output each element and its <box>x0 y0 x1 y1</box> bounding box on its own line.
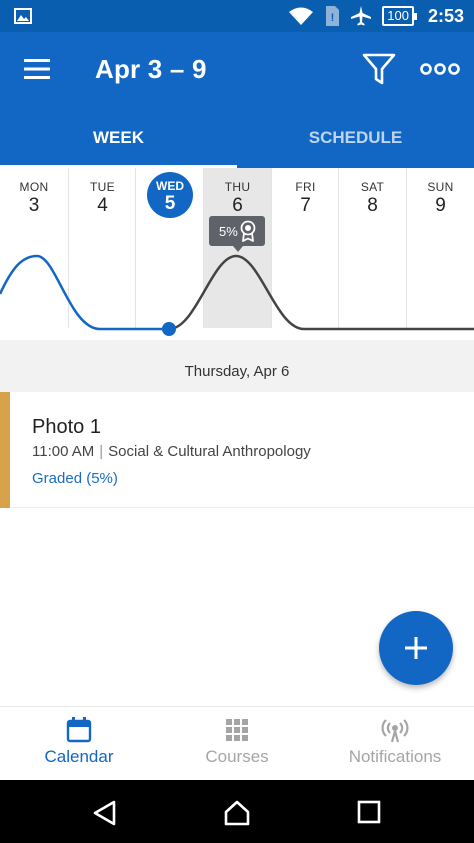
workload-line-future <box>168 254 474 331</box>
grade-weight-percent: 5% <box>219 224 238 239</box>
broadcast-icon <box>381 719 409 743</box>
nav-courses[interactable]: Courses <box>158 707 316 781</box>
system-navigation-bar <box>0 780 474 843</box>
assignment-course: Social & Cultural Anthropology <box>108 443 311 460</box>
back-icon[interactable] <box>92 800 118 826</box>
current-day-marker <box>162 322 176 336</box>
assignment-item[interactable]: Photo 1 11:00 AM | Social & Cultural Anthr… <box>0 392 474 843</box>
svg-text:!: ! <box>331 12 335 24</box>
award-icon <box>240 220 256 242</box>
plus-icon <box>405 637 427 659</box>
clock: 2:53 <box>427 5 464 26</box>
nav-label: Notifications <box>348 747 442 766</box>
nav-label: Courses <box>205 747 269 766</box>
today-indicator[interactable]: WED 5 <box>147 172 193 218</box>
nav-notifications[interactable]: Notifications <box>316 707 474 781</box>
course-color-stripe <box>0 392 10 508</box>
status-bar: ! 100 2:53 <box>0 0 474 32</box>
meta-separator: | <box>99 443 104 460</box>
wifi-icon <box>289 7 314 25</box>
calendar-icon <box>66 717 92 743</box>
page-title: Apr 3 – 9 <box>95 54 207 84</box>
add-button[interactable] <box>379 611 453 685</box>
tab-schedule[interactable]: SCHEDULE <box>237 120 474 168</box>
tab-week[interactable]: WEEK <box>0 120 237 168</box>
nav-calendar[interactable]: Calendar <box>0 707 158 781</box>
day-name: WED <box>156 179 184 193</box>
nav-label: Calendar <box>44 747 114 766</box>
airplane-mode-icon <box>351 6 372 26</box>
battery-indicator: 100 <box>382 6 417 26</box>
grade-weight-badge: 5% <box>209 216 265 252</box>
no-sim-icon: ! <box>326 6 340 26</box>
workload-line-past <box>0 254 169 331</box>
assignment-status: Graded (5%) <box>32 470 118 487</box>
more-options-icon[interactable] <box>420 62 460 76</box>
date-header: Thursday, Apr 6 <box>0 340 474 392</box>
filter-icon[interactable] <box>362 52 396 86</box>
home-icon[interactable] <box>223 800 251 826</box>
assignment-meta: 11:00 AM | Social & Cultural Anthropology <box>32 443 311 460</box>
assignment-title: Photo 1 <box>32 416 101 438</box>
bottom-navigation: Calendar Courses Notifications <box>0 706 474 780</box>
recent-apps-icon[interactable] <box>357 800 381 824</box>
image-notification-icon <box>14 8 32 24</box>
day-number: 5 <box>164 193 176 214</box>
workload-curve <box>0 254 474 336</box>
grid-icon <box>226 719 248 741</box>
menu-icon[interactable] <box>24 58 50 80</box>
assignment-time: 11:00 AM <box>32 443 95 460</box>
app-bar: Apr 3 – 9 WEEK SCHEDULE <box>0 32 474 169</box>
